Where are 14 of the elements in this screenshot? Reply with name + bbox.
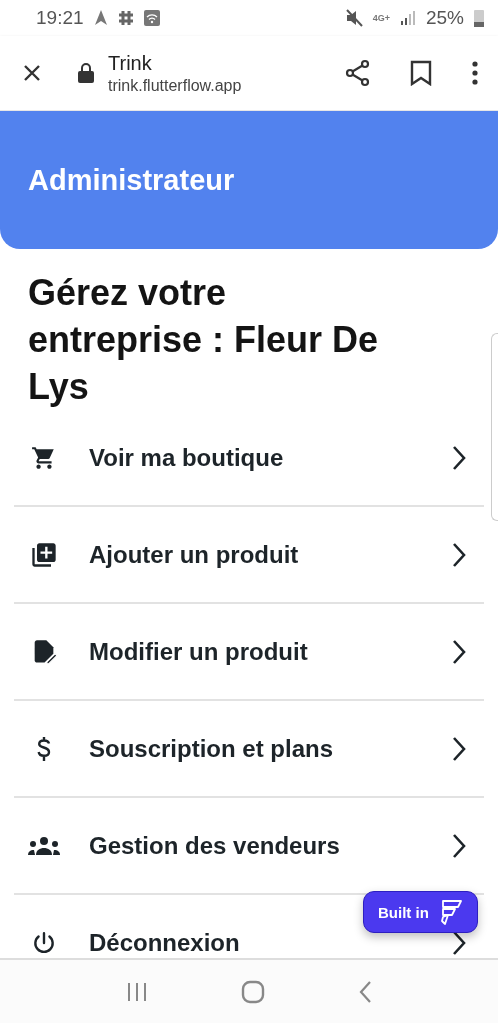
menu-item[interactable]: Voir ma boutique [89, 443, 284, 472]
header-title: Administrateur [28, 163, 235, 197]
menu-item[interactable]: Gestion des vendeurs [89, 831, 340, 860]
clock: 19:21 [36, 7, 84, 29]
page-url: trink.flutterflow.app [108, 76, 243, 95]
menu-item[interactable]: Ajouter un produit [89, 540, 299, 569]
menu-item[interactable]: Modifier un produit [89, 637, 308, 666]
page-title: Trink [108, 51, 153, 75]
page-heading: Gérez votre entreprise : Fleur De Lys [28, 271, 380, 409]
menu-item[interactable]: Souscription et plans [89, 734, 334, 763]
built-in-badge[interactable]: Built in [363, 891, 478, 933]
battery-level: 25% [425, 7, 464, 29]
menu-item[interactable]: Déconnexion [89, 928, 240, 957]
network-label: 4G+ [372, 13, 390, 23]
